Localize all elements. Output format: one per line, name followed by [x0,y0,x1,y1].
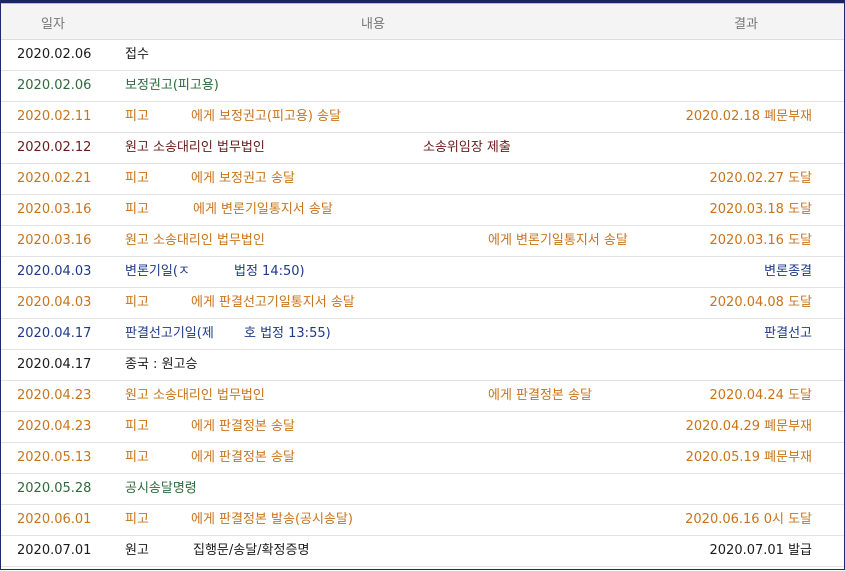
row-content-detail: 에게 판결정본 송달 [488,388,592,403]
row-content: 피고 [125,419,149,434]
row-content: 공시송달명령 [125,481,197,496]
row-content-detail: 에게 보정권고 송달 [191,171,295,186]
row-result: 2020.03.18 도달 [709,202,813,217]
row-content-detail: 에게 변론기일통지서 송달 [193,202,333,217]
table-row: 2020.04.03 변론기일(ㅈ 법정 14:50) 변론종결 [1,257,844,288]
row-content-detail: 소송위임장 제출 [423,140,511,155]
row-date: 2020.02.11 [17,109,92,124]
row-date: 2020.02.06 [17,78,92,93]
table-row: 2020.04.03 피고 에게 판결선고기일통지서 송달 2020.04.08 도달 [1,288,844,319]
row-content: 피고 [125,512,149,527]
row-content: 종국 : 원고승 [125,357,198,372]
table-row: 2020.04.17 판결선고기일(제 호 법정 13:55) 판결선고 [1,319,844,350]
row-result: 판결선고 [764,326,812,341]
row-date: 2020.04.03 [17,264,92,279]
table-row: 2020.07.01 원고 집행문/송달/확정증명 2020.07.01 발급 [1,536,844,567]
row-content-detail: 집행문/송달/확정증명 [193,543,310,558]
row-content: 피고 [125,295,149,310]
table-row: 2020.02.06 접수 [1,40,844,71]
table-row: 2020.03.16 원고 소송대리인 법무법인 에게 변론기일통지서 송달 2020… [1,226,844,257]
row-content: 원고 소송대리인 법무법인 [125,140,265,155]
row-content: 원고 소송대리인 법무법인 [125,388,265,403]
row-content: 원고 소송대리인 법무법인 [125,233,265,248]
row-date: 2020.07.01 [17,543,92,558]
row-content-detail: 에게 판결정본 발송(공시송달) [191,512,353,527]
row-content: 피고 [125,450,149,465]
row-result: 2020.03.16 도달 [709,233,813,248]
row-content: 원고 [125,543,149,558]
header-result: 결과 [734,17,758,32]
row-date: 2020.04.03 [17,295,92,310]
row-content: 변론기일(ㅈ [125,264,190,279]
row-content: 피고 [125,109,149,124]
row-content: 피고 [125,171,149,186]
row-date: 2020.04.23 [17,388,92,403]
row-date: 2020.02.21 [17,171,92,186]
table-row: 2020.05.28 공시송달명령 [1,474,844,505]
table-row: 2020.04.17 종국 : 원고승 [1,350,844,381]
row-content: 피고 [125,202,149,217]
row-date: 2020.03.16 [17,233,92,248]
row-content: 보정권고(피고용) [125,78,219,93]
row-date: 2020.03.16 [17,202,92,217]
row-result: 2020.02.18 폐문부재 [685,109,812,124]
table-row: 2020.02.11 피고 에게 보정권고(피고용) 송달 2020.02.18 폐문… [1,102,844,133]
row-result: 2020.07.01 발급 [709,543,813,558]
table-row: 2020.02.06 보정권고(피고용) [1,71,844,102]
row-date: 2020.04.23 [17,419,92,434]
row-date: 2020.02.12 [17,140,92,155]
table-row: 2020.02.21 피고 에게 보정권고 송달 2020.02.27 도달 [1,164,844,195]
table-row: 2020.04.23 원고 소송대리인 법무법인 에게 판결정본 송달 2020.04… [1,381,844,412]
row-result: 2020.02.27 도달 [709,171,813,186]
row-result: 2020.04.29 폐문부재 [685,419,812,434]
row-content-detail: 호 법정 13:55) [244,326,331,341]
row-result: 2020.04.08 도달 [709,295,813,310]
row-content-detail: 법정 14:50) [234,264,305,279]
row-result: 2020.04.24 도달 [709,388,813,403]
row-result: 변론종결 [764,264,812,279]
table-row: 2020.04.23 피고 에게 판결정본 송달 2020.04.29 폐문부재 [1,412,844,443]
row-date: 2020.04.17 [17,357,92,372]
row-date: 2020.02.06 [17,47,92,62]
row-content-detail: 에게 보정권고(피고용) 송달 [191,109,341,124]
table-row: 2020.03.16 피고 에게 변론기일통지서 송달 2020.03.18 도달 [1,195,844,226]
table-row: 2020.05.13 피고 에게 판결정본 송달 2020.05.19 폐문부재 [1,443,844,474]
row-content-detail: 에게 판결선고기일통지서 송달 [191,295,355,310]
table-row: 2020.06.01 피고 에게 판결정본 발송(공시송달) 2020.06.16 0… [1,505,844,536]
row-date: 2020.06.01 [17,512,92,527]
row-content-detail: 에게 판결정본 송달 [191,419,295,434]
row-content: 접수 [125,47,149,62]
case-progress-table: 일자 내용 결과 2020.02.06 접수 2020.02.06 보정권고(피고용)… [0,0,845,570]
header-content: 내용 [361,17,385,32]
row-content-detail: 에게 판결정본 송달 [191,450,295,465]
table-body: 2020.02.06 접수 2020.02.06 보정권고(피고용) 2020.02.1… [1,40,844,567]
row-result: 2020.05.19 폐문부재 [685,450,812,465]
row-date: 2020.05.28 [17,481,92,496]
header-date: 일자 [41,17,65,32]
row-date: 2020.04.17 [17,326,92,341]
row-content: 판결선고기일(제 [125,326,214,341]
table-header: 일자 내용 결과 [1,4,844,40]
row-result: 2020.06.16 0시 도달 [685,512,812,527]
row-date: 2020.05.13 [17,450,92,465]
table-row: 2020.02.12 원고 소송대리인 법무법인 소송위임장 제출 [1,133,844,164]
row-content-detail: 에게 변론기일통지서 송달 [488,233,628,248]
